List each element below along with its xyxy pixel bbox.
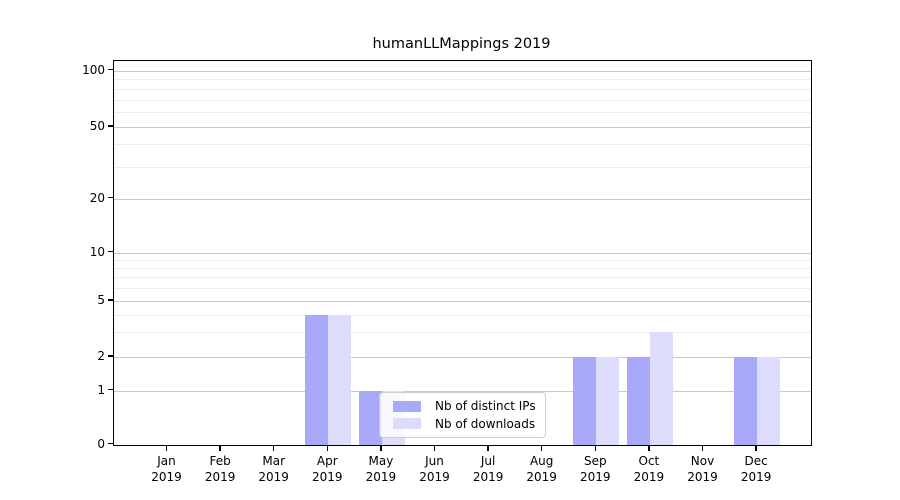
y-tick-mark: [108, 125, 113, 127]
legend-swatch-downloads: [393, 418, 421, 429]
bar-distinct-ips-oct: [627, 357, 650, 445]
gridline-minor: [114, 144, 811, 145]
legend-swatch-distinct-ips: [393, 401, 421, 412]
x-tick-label: Oct 2019: [622, 453, 676, 485]
legend-item-downloads: Nb of downloads: [393, 417, 535, 431]
y-tick-mark: [108, 197, 113, 199]
gridline-minor: [114, 167, 811, 168]
y-tick-mark: [108, 389, 113, 391]
bar-downloads-dec: [757, 357, 780, 445]
gridline-minor: [114, 268, 811, 269]
x-tick-label: Jun 2019: [408, 453, 462, 485]
gridline-major: [114, 253, 811, 254]
gridline-minor: [114, 100, 811, 101]
figure: humanLLMappings 2019 Nb of distinct IPs …: [0, 0, 900, 500]
x-tick-label: Sep 2019: [568, 453, 622, 485]
x-tick-label: Jan 2019: [140, 453, 194, 485]
x-tick-mark: [648, 446, 650, 451]
legend-item-distinct-ips: Nb of distinct IPs: [393, 399, 535, 413]
legend-label-distinct-ips: Nb of distinct IPs: [435, 399, 536, 413]
gridline-minor: [114, 89, 811, 90]
x-tick-mark: [327, 446, 329, 451]
x-tick-mark: [434, 446, 436, 451]
gridline-major: [114, 127, 811, 128]
x-tick-label: Dec 2019: [729, 453, 783, 485]
y-tick-mark: [108, 251, 113, 253]
y-tick-label: 0: [59, 436, 105, 452]
bar-downloads-oct: [650, 332, 673, 445]
gridline-minor: [114, 288, 811, 289]
gridline-minor: [114, 315, 811, 316]
y-tick-label: 10: [59, 244, 105, 260]
chart-title: humanLLMappings 2019: [113, 36, 810, 52]
x-tick-mark: [380, 446, 382, 451]
x-tick-mark: [166, 446, 168, 451]
y-tick-label: 50: [59, 118, 105, 134]
y-tick-label: 2: [59, 348, 105, 364]
y-tick-label: 1: [59, 382, 105, 398]
x-tick-mark: [595, 446, 597, 451]
x-tick-mark: [702, 446, 704, 451]
gridline-minor: [114, 260, 811, 261]
bar-distinct-ips-apr: [305, 315, 328, 445]
y-tick-mark: [108, 443, 113, 445]
legend: Nb of distinct IPs Nb of downloads: [379, 392, 546, 438]
x-tick-mark: [487, 446, 489, 451]
x-tick-mark: [273, 446, 275, 451]
gridline-minor: [114, 79, 811, 80]
y-tick-mark: [108, 355, 113, 357]
gridline-major: [114, 357, 811, 358]
bar-downloads-sep: [596, 357, 619, 445]
x-tick-label: Jul 2019: [461, 453, 515, 485]
x-tick-label: Feb 2019: [193, 453, 247, 485]
y-tick-mark: [108, 299, 113, 301]
gridline-major: [114, 71, 811, 72]
y-tick-label: 5: [59, 292, 105, 308]
gridline-major: [114, 199, 811, 200]
x-tick-mark: [219, 446, 221, 451]
x-tick-label: Aug 2019: [515, 453, 569, 485]
legend-label-downloads: Nb of downloads: [435, 417, 535, 431]
x-tick-mark: [755, 446, 757, 451]
x-tick-label: Mar 2019: [247, 453, 301, 485]
x-tick-mark: [541, 446, 543, 451]
x-tick-label: Nov 2019: [676, 453, 730, 485]
y-tick-label: 20: [59, 190, 105, 206]
y-tick-mark: [108, 69, 113, 71]
x-tick-label: May 2019: [354, 453, 408, 485]
y-tick-label: 100: [59, 62, 105, 78]
gridline-minor: [114, 332, 811, 333]
bar-downloads-apr: [328, 315, 351, 445]
gridline-minor: [114, 112, 811, 113]
plot-area: Nb of distinct IPs Nb of downloads: [113, 60, 812, 446]
gridline-minor: [114, 277, 811, 278]
bar-distinct-ips-dec: [734, 357, 757, 445]
gridline-major: [114, 301, 811, 302]
bar-distinct-ips-sep: [573, 357, 596, 445]
x-tick-label: Apr 2019: [300, 453, 354, 485]
